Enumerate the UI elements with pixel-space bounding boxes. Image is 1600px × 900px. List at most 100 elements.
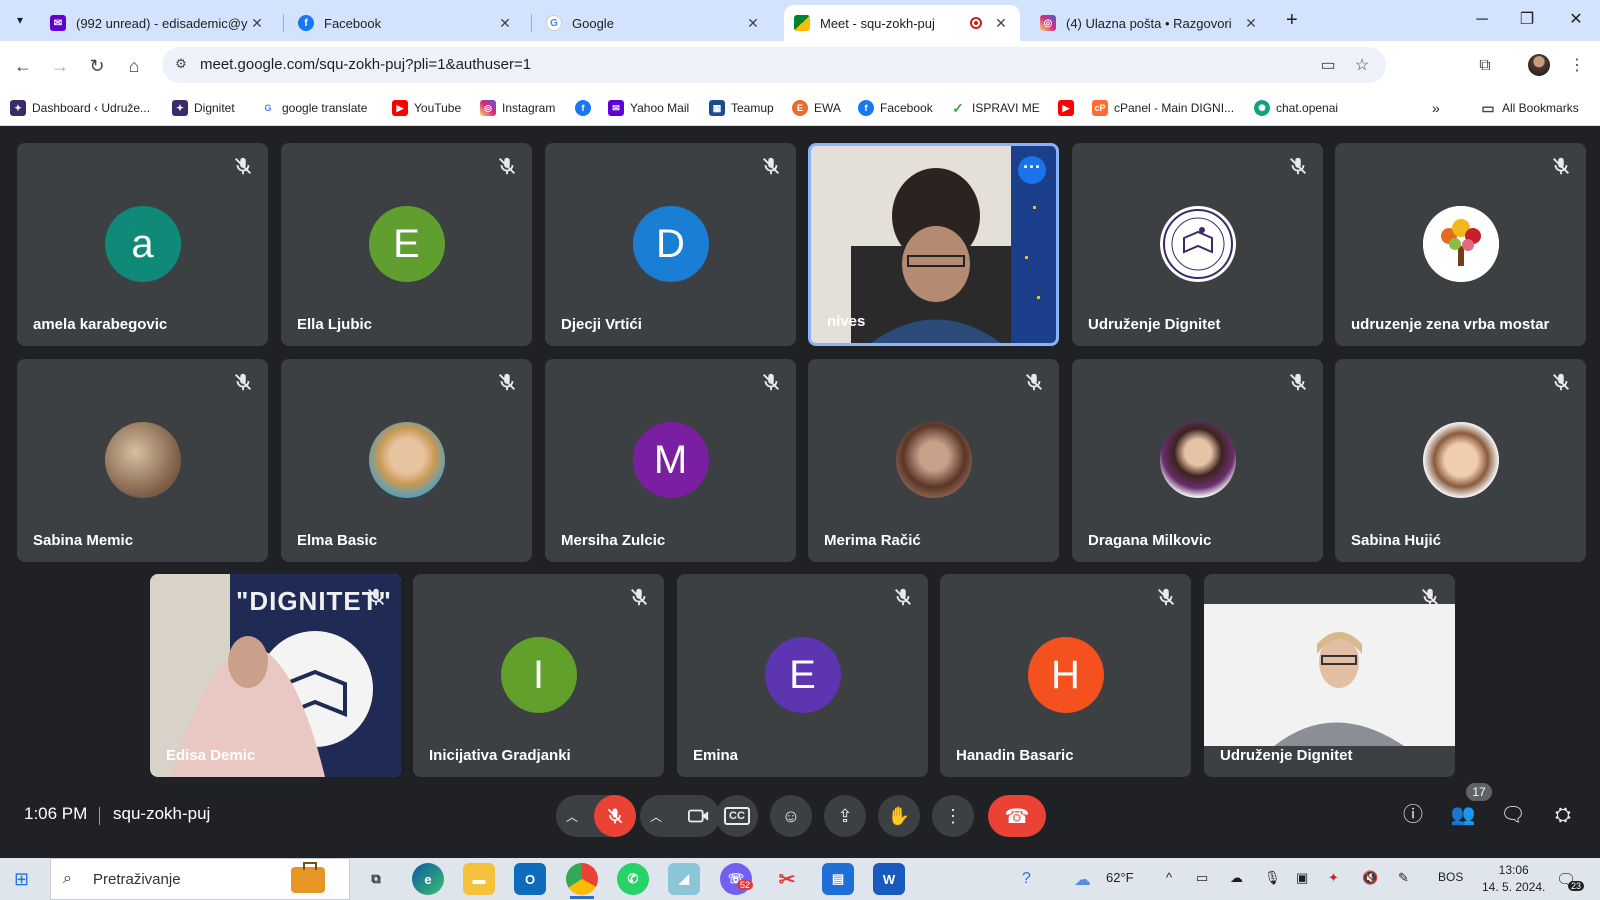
bookmark-teamup[interactable]: ▦ Teamup — [709, 98, 774, 118]
viber-icon[interactable]: ☏ — [720, 863, 752, 895]
microphone-icon[interactable]: 🎙 — [1264, 870, 1281, 886]
store-icon[interactable]: ▤ — [822, 863, 854, 895]
bookmark-dignitet[interactable]: ✦ Dignitet — [172, 98, 235, 118]
present-button[interactable]: ⇪ — [824, 795, 866, 837]
microphone-button[interactable]: ︿ — [556, 795, 636, 837]
app-icon[interactable]: ◢ — [668, 863, 700, 895]
chevron-up-icon[interactable]: ︿ — [566, 808, 578, 825]
snipping-tool-icon[interactable]: ✂ — [771, 863, 803, 895]
home-icon[interactable]: ⌂ — [121, 53, 147, 79]
tab-instagram[interactable]: ◎ (4) Ulazna pošta • Razgovori ✕ — [1030, 5, 1270, 41]
close-tab-icon[interactable]: ✕ — [744, 15, 762, 32]
network-icon[interactable]: ☁ — [1230, 870, 1243, 886]
file-explorer-icon[interactable]: ▬ — [463, 863, 495, 895]
participant-tile[interactable]: I Inicijativa Gradjanki — [413, 574, 664, 777]
camera-button[interactable]: ︿ — [640, 795, 720, 837]
close-tab-icon[interactable]: ✕ — [1242, 15, 1260, 32]
new-tab-button[interactable]: + — [1286, 9, 1298, 32]
reload-icon[interactable]: ↻ — [84, 53, 110, 79]
participant-tile[interactable]: a amela karabegovic — [17, 143, 268, 346]
bookmark-google-translate[interactable]: G google translate — [260, 98, 367, 118]
participant-tile[interactable]: Sabina Hujić — [1335, 359, 1586, 562]
all-bookmarks[interactable]: ▭ All Bookmarks — [1480, 98, 1578, 118]
people-icon[interactable]: 👥 — [1448, 800, 1478, 830]
chat-icon[interactable]: 🗨 — [1498, 800, 1528, 830]
bookmark-chat-openai[interactable]: ✺ chat.openai — [1254, 98, 1338, 118]
address-bar[interactable]: ⚙ meet.google.com/squ-zokh-puj?pli=1&aut… — [162, 47, 1386, 83]
more-bookmarks-icon[interactable]: » — [1432, 98, 1440, 118]
leave-call-button[interactable]: ☎ — [988, 795, 1046, 837]
bookmark-dashboard[interactable]: ✦ Dashboard ‹ Udruže... — [10, 98, 150, 118]
participant-tile[interactable]: H Hanadin Basaric — [940, 574, 1191, 777]
task-view-icon[interactable]: ⧉ — [360, 863, 392, 895]
display-icon[interactable]: ▣ — [1296, 870, 1308, 886]
restore-icon[interactable]: ❐ — [1512, 7, 1542, 33]
close-tab-icon[interactable]: ✕ — [248, 15, 266, 32]
participant-tile[interactable]: M Mersiha Zulcic — [545, 359, 796, 562]
language-indicator[interactable]: BOS — [1438, 870, 1463, 884]
tab-yahoo-mail[interactable]: ✉ (992 unread) - edisademic@yahoo.com ✕ — [40, 5, 276, 41]
extensions-icon[interactable]: ⧉ — [1472, 53, 1498, 79]
help-icon[interactable]: ? — [1022, 870, 1031, 888]
close-tab-icon[interactable]: ✕ — [992, 15, 1010, 32]
activities-icon[interactable]: ⛭ — [1548, 800, 1578, 830]
close-tab-icon[interactable]: ✕ — [496, 15, 514, 32]
participant-tile[interactable]: udruzenje zena vrba mostar — [1335, 143, 1586, 346]
outlook-icon[interactable]: O — [514, 863, 546, 895]
captions-button[interactable]: CC — [716, 795, 758, 837]
volume-muted-icon[interactable]: 🔇 — [1362, 870, 1378, 886]
bookmark-ewa[interactable]: E EWA — [792, 98, 841, 118]
edge-icon[interactable]: e — [412, 863, 444, 895]
menu-dots-icon[interactable]: ⋮ — [1564, 53, 1590, 79]
participant-tile[interactable]: D Djecji Vrtići — [545, 143, 796, 346]
profile-avatar[interactable] — [1528, 54, 1550, 76]
raise-hand-button[interactable]: ✋ — [878, 795, 920, 837]
dropbox-icon[interactable]: ✦ — [1328, 870, 1339, 886]
participant-video-tile[interactable]: Udruženje Dignitet — [1204, 574, 1455, 777]
participant-video-tile[interactable]: ··· nives — [808, 143, 1059, 346]
pen-icon[interactable]: ✎ — [1398, 870, 1409, 886]
weather-temperature[interactable]: 62°F — [1106, 870, 1134, 885]
url-text[interactable]: meet.google.com/squ-zokh-puj?pli=1&authu… — [200, 56, 531, 73]
more-options-button[interactable]: ⋮ — [932, 795, 974, 837]
bookmark-youtube[interactable]: ▶ YouTube — [392, 98, 461, 118]
chevron-up-icon[interactable]: ︿ — [650, 808, 662, 825]
site-info-icon[interactable]: ⚙ — [172, 56, 190, 74]
reactions-button[interactable]: ☺ — [770, 795, 812, 837]
chevron-up-icon[interactable]: ^ — [1166, 870, 1172, 885]
forward-icon[interactable]: → — [47, 53, 73, 79]
info-icon[interactable]: ⓘ — [1398, 800, 1428, 830]
tab-meet[interactable]: Meet - squ-zokh-puj ✕ — [784, 5, 1020, 41]
taskbar-search[interactable]: ⌕ Pretraživanje — [50, 858, 350, 900]
bookmark-youtube-icon-only[interactable]: ▶ — [1058, 98, 1080, 118]
participant-tile[interactable]: E Emina — [677, 574, 928, 777]
bookmark-facebook-icon-only[interactable]: f — [575, 98, 597, 118]
chrome-icon[interactable] — [566, 863, 598, 899]
bookmark-facebook[interactable]: f Facebook — [858, 98, 933, 118]
system-clock[interactable]: 13:06 14. 5. 2024. — [1482, 862, 1545, 896]
bookmark-yahoo-mail[interactable]: ✉ Yahoo Mail — [608, 98, 689, 118]
close-window-icon[interactable]: ✕ — [1561, 7, 1591, 33]
minimize-icon[interactable]: ─ — [1467, 7, 1497, 33]
participant-tile[interactable]: Udruženje Dignitet — [1072, 143, 1323, 346]
weather-cloud-icon[interactable]: ☁ — [1074, 870, 1091, 890]
more-options-icon[interactable]: ··· — [1018, 156, 1046, 184]
participant-tile[interactable]: Sabina Memic — [17, 359, 268, 562]
bookmark-ispravi-me[interactable]: ✓ ISPRAVI ME — [950, 98, 1040, 118]
camera-icon[interactable]: ▭ — [1318, 56, 1338, 76]
bookmark-cpanel[interactable]: cP cPanel - Main DIGNI... — [1092, 98, 1234, 118]
participant-tile[interactable]: Dragana Milkovic — [1072, 359, 1323, 562]
tab-search-button[interactable]: ▾ — [8, 8, 32, 32]
participant-tile[interactable]: Elma Basic — [281, 359, 532, 562]
battery-icon[interactable]: ▭ — [1196, 870, 1208, 886]
participant-video-tile[interactable]: "DIGNITET" nitet.ba Edisa Demic — [150, 574, 401, 777]
star-icon[interactable]: ☆ — [1352, 56, 1372, 76]
whatsapp-icon[interactable]: ✆ — [617, 863, 649, 895]
participant-tile[interactable]: Merima Račić — [808, 359, 1059, 562]
bookmark-instagram[interactable]: ◎ Instagram — [480, 98, 555, 118]
tab-google[interactable]: G Google ✕ — [536, 5, 772, 41]
tab-facebook[interactable]: f Facebook ✕ — [288, 5, 524, 41]
back-icon[interactable]: ← — [10, 53, 36, 79]
windows-start-icon[interactable]: ⊞ — [14, 869, 29, 890]
participant-tile[interactable]: E Ella Ljubic — [281, 143, 532, 346]
